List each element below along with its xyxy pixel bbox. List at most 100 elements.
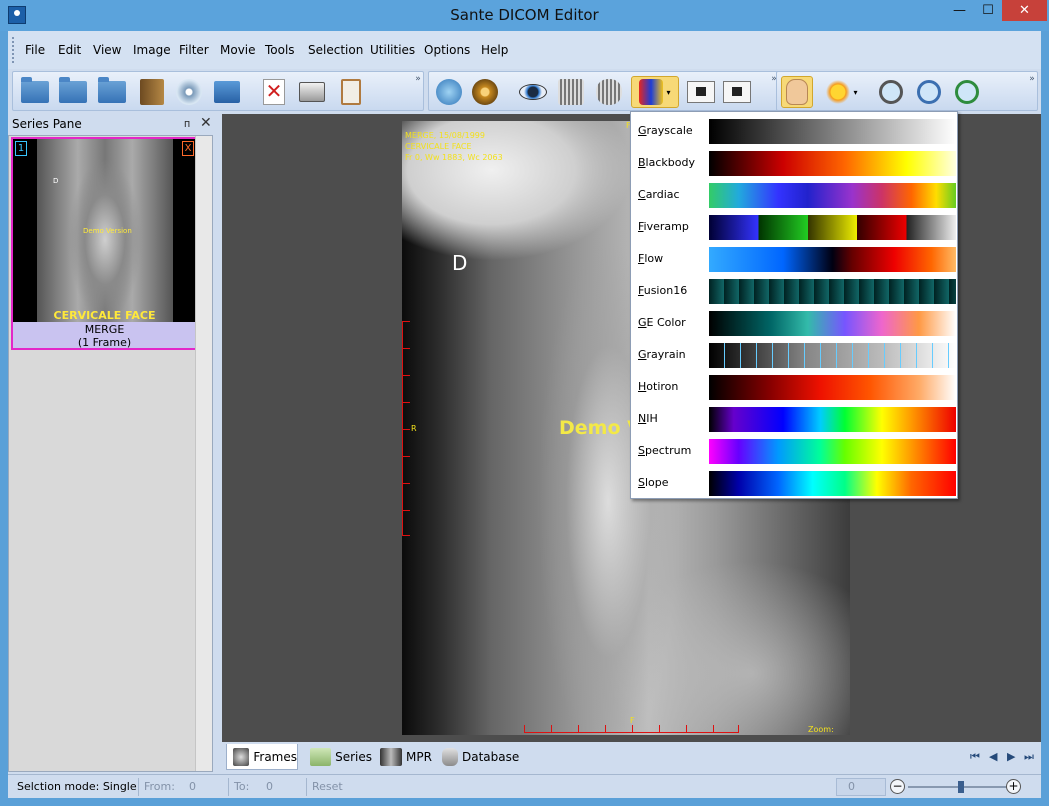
zoom-readout: Zoom: 27% [808, 725, 834, 735]
menu-edit[interactable]: Edit [58, 43, 81, 57]
tab-database[interactable]: Database [436, 744, 526, 770]
colormap-item-flow[interactable]: Flow [631, 242, 957, 274]
window-focus-icon[interactable] [721, 76, 753, 108]
menu-help[interactable]: Help [481, 43, 508, 57]
menu-utilities[interactable]: Utilities [370, 43, 415, 57]
print-icon[interactable] [296, 76, 328, 108]
status-bar: Selction mode: Single From: 0 To: 0 Rese… [8, 774, 1041, 798]
folder-icon[interactable] [57, 76, 89, 108]
colormap-swatch [709, 311, 956, 336]
nav-first-button[interactable]: ⏮ [970, 750, 980, 764]
series-pane-title: Series Pane [12, 117, 82, 131]
tab-series[interactable]: Series [304, 744, 372, 770]
toolbar-overflow[interactable]: » [414, 74, 422, 110]
thumbnail-caption: MERGE (1 Frame) [13, 323, 196, 349]
colormap-swatch [709, 375, 956, 400]
colormap-label: Fiveramp [638, 220, 689, 233]
thumbnail-close-icon[interactable]: X [182, 141, 194, 156]
gear-icon[interactable] [469, 76, 501, 108]
menu-view[interactable]: View [93, 43, 121, 57]
tab-mpr-label: MPR [406, 750, 432, 764]
minimize-button[interactable]: — [945, 0, 974, 21]
menu-image[interactable]: Image [133, 43, 171, 57]
colormap-item-grayscale[interactable]: Grayscale [631, 114, 957, 146]
orientation-marker-f: F [630, 716, 635, 725]
series-pane-close-icon[interactable]: ✕ [200, 115, 212, 131]
tab-frames[interactable]: Frames [226, 744, 298, 770]
colormap-item-cardiac[interactable]: Cardiac [631, 178, 957, 210]
magnifier-icon[interactable] [875, 76, 907, 108]
colormap-swatch [709, 151, 956, 176]
thumbnail-watermark: Demo Version [83, 227, 132, 235]
series-thumbnail[interactable]: 1 X D Demo Version CERVICALE FACE MERGE … [11, 137, 198, 350]
colormap-item-grayrain[interactable]: Grayrain [631, 338, 957, 370]
menu-file[interactable]: File [25, 43, 45, 57]
colormap-label: NIH [638, 412, 658, 425]
disc-icon[interactable] [173, 76, 205, 108]
colormap-item-ge-color[interactable]: GE Color [631, 306, 957, 338]
menu-movie[interactable]: Movie [220, 43, 256, 57]
colormap-item-hotiron[interactable]: Hotiron [631, 370, 957, 402]
eye-icon[interactable] [517, 76, 549, 108]
menu-tools[interactable]: Tools [265, 43, 295, 57]
close-button[interactable]: ✕ [1002, 0, 1047, 21]
ruler-horizontal [524, 725, 739, 733]
value-field[interactable]: 0 [836, 778, 886, 796]
colormap-item-blackbody[interactable]: Blackbody [631, 146, 957, 178]
window-icon[interactable] [685, 76, 717, 108]
series-icon [310, 748, 332, 766]
toolbar-overflow-3[interactable]: » [1028, 74, 1036, 110]
menu-selection[interactable]: Selection [308, 43, 363, 57]
orientation-marker-r: R [411, 424, 417, 433]
clipboard-icon[interactable] [335, 76, 367, 108]
mpr-icon [380, 748, 402, 766]
overlay-line-3: Fr 0, Ww 1883, Wc 2063 [405, 153, 503, 162]
magnifier-arrow-icon[interactable] [951, 76, 983, 108]
xray-icon[interactable] [555, 76, 587, 108]
colormap-label: Flow [638, 252, 664, 265]
sun-icon[interactable]: ▾ [819, 76, 865, 108]
menu-options[interactable]: Options [424, 43, 470, 57]
colormap-item-fiveramp[interactable]: Fiveramp [631, 210, 957, 242]
magnifier-alt-icon[interactable] [913, 76, 945, 108]
delete-icon[interactable]: ✕ [258, 76, 290, 108]
network-icon[interactable] [211, 76, 243, 108]
selection-mode: Selction mode: Single [17, 780, 137, 793]
series-name: MERGE [84, 323, 125, 336]
to-value[interactable]: 0 [266, 780, 273, 793]
orientation-marker-d: D [452, 251, 468, 275]
colormap-label: GE Color [638, 316, 686, 329]
nav-last-button[interactable]: ⏭ [1024, 750, 1034, 764]
folder-alt-icon[interactable] [96, 76, 128, 108]
link-icon[interactable] [433, 76, 465, 108]
thumbnail-image: 1 X D Demo Version CERVICALE FACE [13, 139, 196, 322]
title-bar: Sante DICOM Editor — ☐ ✕ [0, 0, 1049, 31]
zoom-in-button[interactable]: + [1006, 779, 1021, 794]
maximize-button[interactable]: ☐ [974, 0, 1002, 21]
thumbnail-label: CERVICALE FACE [53, 309, 156, 322]
database-icon [442, 748, 458, 766]
hand-icon[interactable] [781, 76, 813, 108]
menu-filter[interactable]: Filter [179, 43, 209, 57]
zoom-slider-knob[interactable] [958, 781, 964, 793]
colormap-item-fusion16[interactable]: Fusion16 [631, 274, 957, 306]
colormap-swatch [709, 215, 956, 240]
tab-mpr[interactable]: MPR [374, 744, 434, 770]
colormap-item-nih[interactable]: NIH [631, 402, 957, 434]
nav-next-button[interactable]: ▶ [1007, 750, 1015, 763]
nav-prev-button[interactable]: ◀ [989, 750, 997, 763]
colormap-item-slope[interactable]: Slope [631, 466, 957, 498]
book-icon[interactable] [136, 76, 168, 108]
colormap-item-spectrum[interactable]: Spectrum [631, 434, 957, 466]
colormap-swatch [709, 407, 956, 432]
colormap-icon[interactable]: ▾ [631, 76, 679, 108]
pin-icon[interactable]: ᴨ [184, 117, 190, 130]
series-pane-scrollbar[interactable] [195, 136, 212, 771]
lungs-icon[interactable] [593, 76, 625, 108]
menu-grip[interactable] [12, 37, 15, 63]
open-folder-icon[interactable] [19, 76, 51, 108]
toolbar-group-file: ✕ » [12, 71, 424, 111]
zoom-out-button[interactable]: − [890, 779, 905, 794]
from-value[interactable]: 0 [189, 780, 196, 793]
reset-button[interactable]: Reset [312, 780, 343, 793]
